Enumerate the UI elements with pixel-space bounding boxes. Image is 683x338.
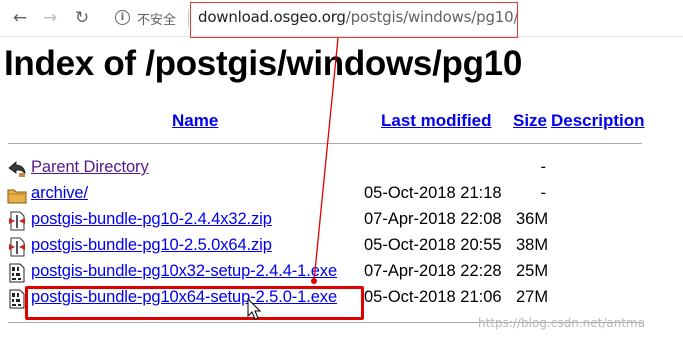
forward-arrow-icon[interactable]: →: [40, 8, 60, 28]
table-row: archive/ 05-Oct-2018 21:18 -: [0, 183, 683, 209]
binary-file-icon: [9, 289, 25, 309]
reload-icon[interactable]: ↻: [72, 8, 92, 28]
binary-file-icon: [9, 263, 25, 283]
file-link[interactable]: archive/: [31, 184, 88, 203]
table-row: Parent Directory -: [0, 157, 683, 183]
file-size: 27M: [516, 288, 549, 306]
parent-directory-link[interactable]: Parent Directory: [31, 158, 149, 177]
file-link[interactable]: postgis-bundle-pg10-2.4.4x32.zip: [31, 210, 272, 229]
column-header-size[interactable]: Size: [513, 111, 547, 131]
insecure-label[interactable]: 不安全: [137, 9, 176, 28]
download-highlight-box: [25, 286, 364, 320]
header-divider: [8, 143, 642, 144]
file-size: 36M: [516, 210, 549, 228]
url-highlight-box: [190, 2, 518, 38]
compressed-file-icon: [9, 237, 25, 257]
info-icon[interactable]: i: [115, 10, 130, 25]
file-size: -: [540, 184, 547, 202]
compressed-file-icon: [9, 211, 25, 231]
file-link[interactable]: postgis-bundle-pg10-2.5.0x64.zip: [31, 236, 272, 255]
back-arrow-icon: [8, 161, 26, 177]
file-size: 25M: [516, 262, 549, 280]
modified-date: 07-Apr-2018 22:08: [364, 210, 502, 228]
file-size: 38M: [516, 236, 549, 254]
page-title: Index of /postgis/windows/pg10: [4, 44, 522, 83]
modified-date: 07-Apr-2018 22:28: [364, 262, 502, 280]
column-header-last-modified[interactable]: Last modified: [381, 111, 492, 131]
column-header-description[interactable]: Description: [551, 111, 645, 131]
file-size: -: [540, 158, 547, 176]
back-arrow-icon[interactable]: ←: [10, 8, 30, 28]
table-row: postgis-bundle-pg10-2.4.4x32.zip 07-Apr-…: [0, 209, 683, 235]
address-bar-separator: [188, 9, 189, 27]
watermark: https://blog.csdn.net/antma: [478, 316, 646, 330]
modified-date: 05-Oct-2018 20:55: [364, 236, 502, 254]
column-header-name[interactable]: Name: [172, 111, 218, 131]
table-row: postgis-bundle-pg10x32-setup-2.4.4-1.exe…: [0, 261, 683, 287]
modified-date: 05-Oct-2018 21:18: [364, 184, 502, 202]
modified-date: 05-Oct-2018 21:06: [364, 288, 502, 306]
folder-icon: [7, 189, 27, 204]
file-link[interactable]: postgis-bundle-pg10x32-setup-2.4.4-1.exe: [31, 262, 337, 281]
table-row: postgis-bundle-pg10-2.5.0x64.zip 05-Oct-…: [0, 235, 683, 261]
